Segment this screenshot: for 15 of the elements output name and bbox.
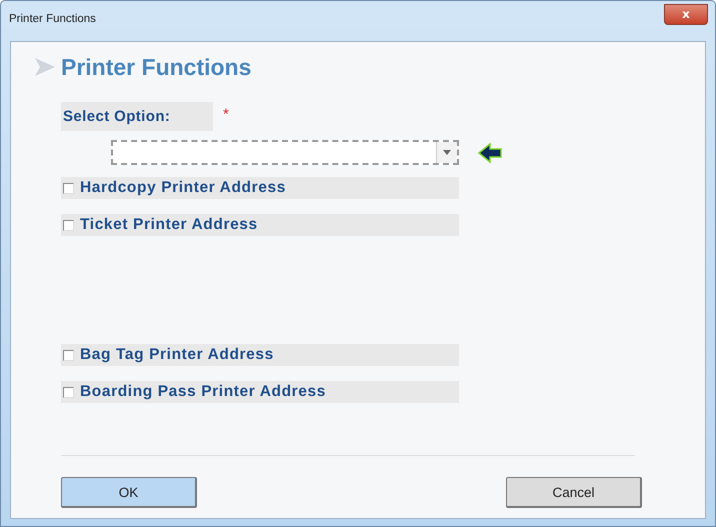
required-mark: * — [223, 106, 229, 123]
checkbox[interactable] — [63, 220, 74, 230]
checkbox[interactable] — [63, 182, 74, 194]
chevron-icon — [35, 58, 55, 76]
checkbox[interactable] — [63, 386, 74, 398]
checkbox[interactable] — [63, 350, 74, 360]
cancel-button[interactable]: Cancel — [506, 477, 642, 508]
close-button[interactable]: x — [664, 4, 708, 24]
option-dropdown[interactable] — [111, 140, 459, 165]
window-title: Printer Functions — [9, 13, 96, 25]
page-heading: Printer Functions — [61, 54, 252, 80]
field-label: Select Option: — [61, 102, 213, 131]
ok-button[interactable]: OK — [61, 477, 197, 508]
dropdown-arrow-icon — [443, 150, 451, 155]
left-arrow-icon — [477, 142, 503, 164]
